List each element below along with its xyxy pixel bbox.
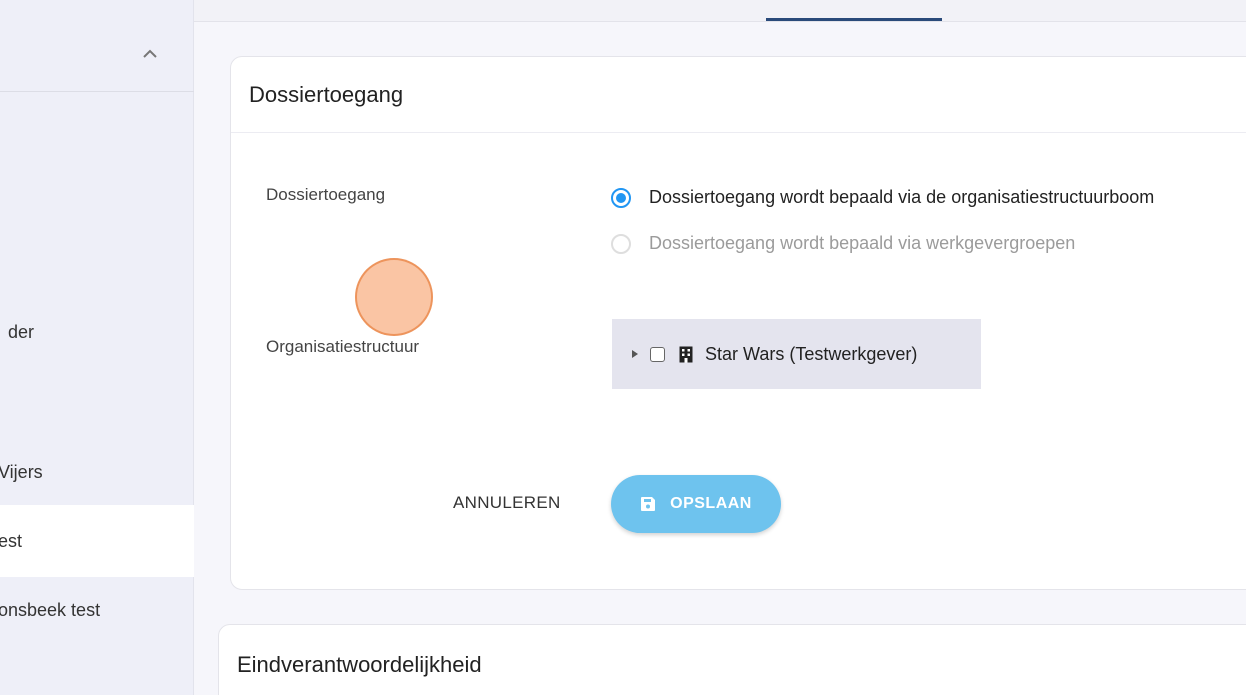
caret-right-icon[interactable] — [626, 345, 644, 363]
radio-selected-icon[interactable] — [611, 187, 631, 208]
sidebar-item-label: onsbeek test — [0, 599, 101, 620]
radio-option-structure-tree[interactable]: Dossiertoegang wordt bepaald via de orga… — [611, 187, 1154, 208]
card-title: Dossiertoegang — [249, 81, 404, 107]
tree-node-label: Star Wars (Testwerkgever) — [705, 343, 918, 364]
save-button[interactable]: OPSLAAN — [611, 475, 781, 533]
save-button-label: OPSLAAN — [670, 495, 752, 512]
sidebar-section-header — [0, 20, 194, 92]
top-bar — [194, 0, 1246, 22]
tree-node-checkbox[interactable] — [650, 346, 665, 362]
chevron-up-icon[interactable] — [138, 42, 162, 66]
final-responsibility-card: Eindverantwoordelijkheid — [218, 624, 1246, 695]
card-header: Dossiertoegang — [231, 57, 1246, 133]
radio-option-employer-groups: Dossiertoegang wordt bepaald via werkgev… — [611, 233, 1075, 254]
active-tab-indicator — [766, 18, 942, 21]
access-label: Dossiertoegang — [266, 185, 386, 204]
sidebar-item-2[interactable]: Vijers — [0, 452, 194, 492]
sidebar-item-label: der — [8, 321, 35, 342]
sidebar-item-4[interactable]: onsbeek test — [0, 590, 194, 630]
sidebar-item-3[interactable]: est — [0, 505, 194, 577]
cancel-button[interactable]: ANNULEREN — [453, 483, 561, 523]
building-icon — [679, 345, 695, 363]
sidebar-item-label: Vijers — [0, 461, 43, 482]
sidebar-item-1[interactable]: der — [0, 312, 194, 352]
card-header: Eindverantwoordelijkheid — [219, 625, 1246, 695]
org-structure-label: Organisatiestructuur — [266, 337, 420, 356]
radio-label: Dossiertoegang wordt bepaald via werkgev… — [649, 233, 1076, 253]
sidebar: der Vijers est onsbeek test — [0, 0, 194, 695]
radio-unselected-icon — [611, 233, 631, 254]
sidebar-item-label: est — [0, 530, 23, 551]
card-title: Eindverantwoordelijkheid — [237, 652, 482, 677]
dossier-access-card: Dossiertoegang Dossiertoegang Dossiertoe… — [230, 56, 1246, 590]
tree-node-star-wars[interactable]: Star Wars (Testwerkgever) — [612, 319, 981, 389]
radio-label: Dossiertoegang wordt bepaald via de orga… — [649, 187, 1155, 207]
save-icon — [640, 496, 656, 512]
